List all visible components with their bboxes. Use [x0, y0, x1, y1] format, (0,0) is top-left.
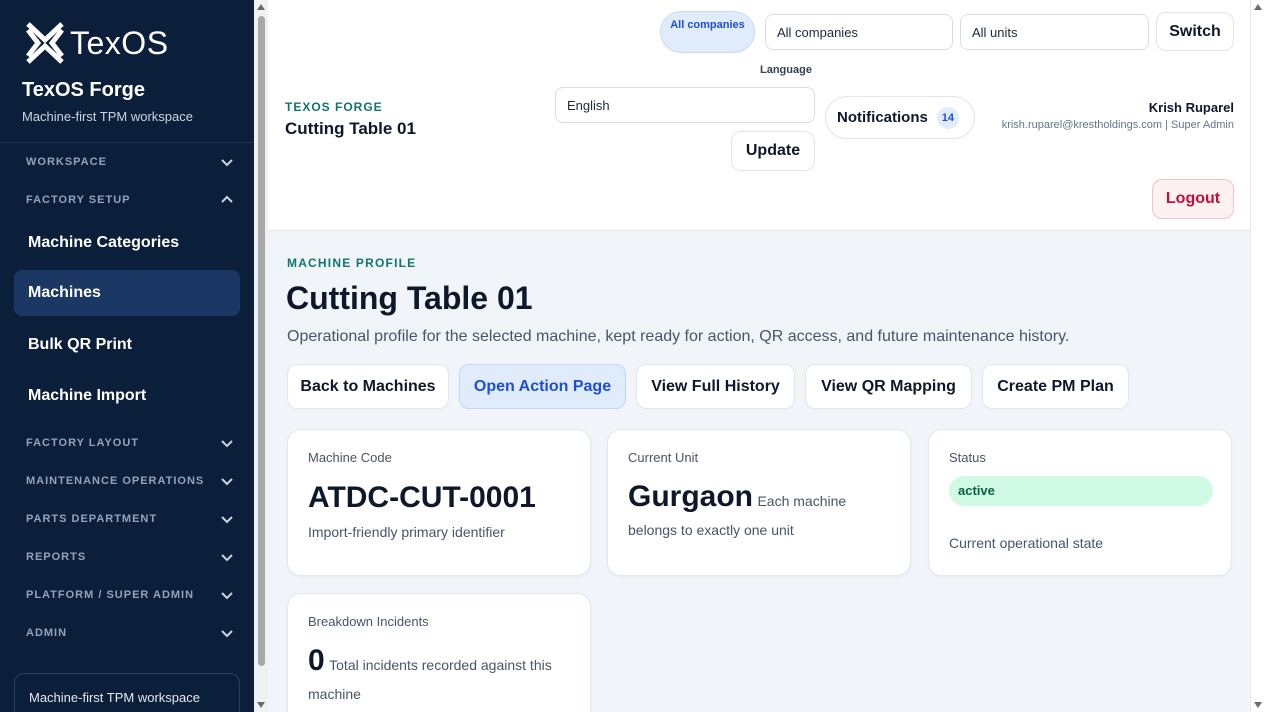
header-title: Cutting Table 01 [285, 119, 416, 138]
notifications-button[interactable]: Notifications 14 [825, 96, 975, 139]
section-platform-super-admin[interactable]: PLATFORM / SUPER ADMIN [26, 588, 234, 602]
scroll-up-arrow-icon[interactable] [257, 4, 265, 10]
sidebar-footer-card: Machine-first TPM workspace [14, 673, 240, 712]
chevron-down-icon [221, 516, 233, 524]
section-label: PARTS DEPARTMENT [26, 513, 158, 525]
section-label: ADMIN [26, 627, 68, 639]
section-label: FACTORY SETUP [26, 194, 131, 206]
brand-title: TexOS Forge [22, 79, 145, 101]
chevron-down-icon [221, 159, 233, 167]
switch-button[interactable]: Switch [1156, 12, 1234, 51]
chevron-down-icon [221, 478, 233, 486]
section-parts-department[interactable]: PARTS DEPARTMENT [26, 512, 234, 526]
section-workspace[interactable]: WORKSPACE [26, 155, 234, 169]
language-label: Language [760, 64, 812, 76]
logout-button[interactable]: Logout [1152, 179, 1234, 219]
chevron-down-icon [221, 630, 233, 638]
page-description: Operational profile for the selected mac… [287, 328, 1070, 345]
brand-divider [0, 142, 254, 143]
sidebar-item-label: Machine Import [28, 387, 147, 404]
update-button[interactable]: Update [731, 131, 815, 171]
section-label: FACTORY LAYOUT [26, 437, 140, 449]
chevron-down-icon [221, 440, 233, 448]
create-pm-plan-button[interactable]: Create PM Plan [982, 364, 1129, 409]
status-badge: active [949, 476, 1213, 506]
brand-subtitle: Machine-first TPM workspace [22, 109, 193, 124]
status-card: Status active Current operational state [928, 429, 1232, 576]
sidebar-item-label: Bulk QR Print [28, 336, 133, 353]
current-unit-body: Gurgaon Each machine belongs to exactly … [628, 482, 888, 545]
sidebar-item-machines[interactable]: Machines [14, 270, 240, 316]
page-eyebrow: MACHINE PROFILE [287, 256, 417, 270]
open-action-page-button[interactable]: Open Action Page [459, 364, 626, 409]
language-select-value: English [567, 98, 610, 113]
sidebar-scrollbar[interactable] [254, 0, 268, 712]
machine-code-value: ATDC-CUT-0001 [308, 481, 536, 514]
header-eyebrow: TEXOS FORGE [285, 100, 383, 114]
breakdown-note: Total incidents recorded against this ma… [308, 657, 552, 702]
unit-select-value: All units [972, 25, 1018, 40]
section-label: WORKSPACE [26, 156, 107, 168]
section-label: PLATFORM / SUPER ADMIN [26, 589, 195, 601]
card-label: Status [949, 450, 986, 465]
section-maintenance-operations[interactable]: MAINTENANCE OPERATIONS [26, 474, 234, 488]
section-label: MAINTENANCE OPERATIONS [26, 475, 205, 487]
section-label: REPORTS [26, 551, 87, 563]
page-scrollbar[interactable] [1250, 0, 1265, 712]
logo: TexOS [24, 20, 169, 66]
unit-select[interactable]: All units [960, 14, 1149, 50]
logo-text: TexOS [70, 24, 169, 61]
view-full-history-button[interactable]: View Full History [636, 364, 795, 409]
scroll-down-arrow-icon[interactable] [257, 702, 265, 708]
language-select[interactable]: English [555, 87, 815, 123]
company-select[interactable]: All companies [765, 14, 953, 50]
section-reports[interactable]: REPORTS [26, 550, 234, 564]
card-label: Current Unit [628, 450, 699, 465]
card-label: Breakdown Incidents [308, 614, 429, 629]
chevron-down-icon [221, 554, 233, 562]
scrollbar-thumb[interactable] [258, 16, 265, 666]
section-admin[interactable]: ADMIN [26, 626, 234, 640]
scroll-up-arrow-icon[interactable] [1254, 4, 1262, 10]
company-scope-pill[interactable]: All companies [660, 11, 755, 53]
sidebar-item-label: Machine Categories [28, 234, 180, 251]
section-factory-setup[interactable]: FACTORY SETUP [26, 193, 234, 207]
back-to-machines-button[interactable]: Back to Machines [287, 364, 449, 409]
user-meta: krish.ruparel@krestholdings.com | Super … [1001, 119, 1234, 131]
status-note: Current operational state [949, 535, 1104, 551]
notifications-count-badge: 14 [936, 106, 959, 129]
machine-code-card: Machine Code ATDC-CUT-0001 Import-friend… [287, 429, 591, 576]
current-unit-value: Gurgaon [628, 480, 753, 513]
page-title: Cutting Table 01 [286, 280, 533, 316]
chevron-up-icon [221, 195, 233, 203]
scroll-down-arrow-icon[interactable] [1254, 702, 1262, 708]
section-factory-layout[interactable]: FACTORY LAYOUT [26, 436, 234, 450]
sidebar-item-bulk-qr-print[interactable]: Bulk QR Print [14, 322, 240, 368]
view-qr-mapping-button[interactable]: View QR Mapping [805, 364, 972, 409]
breakdown-incidents-card: Breakdown Incidents 0 Total incidents re… [287, 593, 591, 712]
company-select-value: All companies [777, 25, 858, 40]
breakdown-body: 0 Total incidents recorded against this … [308, 646, 572, 709]
chevron-down-icon [221, 592, 233, 600]
card-label: Machine Code [308, 450, 392, 465]
notifications-label: Notifications [837, 109, 928, 126]
breakdown-count-value: 0 [308, 644, 325, 677]
current-unit-card: Current Unit Gurgaon Each machine belong… [607, 429, 911, 576]
sidebar-item-machine-categories[interactable]: Machine Categories [14, 220, 240, 266]
sidebar: TexOS TexOS Forge Machine-first TPM work… [0, 0, 254, 712]
sidebar-footer-text: Machine-first TPM workspace [29, 690, 200, 705]
sidebar-item-machine-import[interactable]: Machine Import [14, 373, 240, 419]
top-header: All companies All companies All units Sw… [268, 0, 1250, 231]
machine-code-note: Import-friendly primary identifier [308, 524, 505, 540]
sidebar-item-label: Machines [28, 284, 101, 301]
user-name: Krish Ruparel [1148, 100, 1234, 115]
texos-logo-icon [26, 22, 64, 64]
